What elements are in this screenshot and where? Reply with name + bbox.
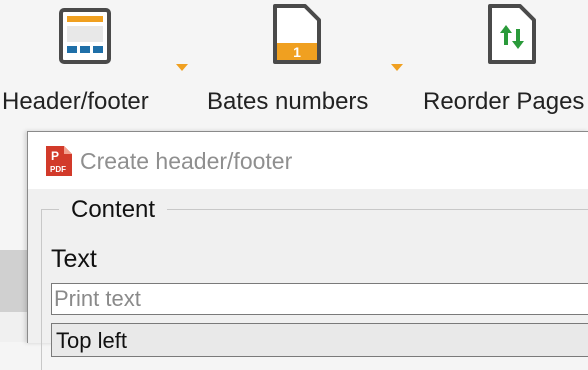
ribbon-header-footer-button[interactable]: Header/footer: [0, 0, 195, 128]
ribbon-toolbar: Header/footer 1 Bates numbers Reorder Pa…: [0, 0, 588, 128]
reorder-pages-icon: [487, 3, 537, 70]
background-strip: [0, 312, 30, 342]
ribbon-bates-numbers-label: Bates numbers: [207, 88, 369, 115]
content-group-label: Content: [59, 196, 168, 224]
svg-text:P: P: [51, 149, 59, 163]
dialog-titlebar[interactable]: PDF P Create header/footer: [28, 132, 588, 189]
position-select-value: Top left: [56, 328, 127, 353]
dialog-title: Create header/footer: [80, 148, 293, 174]
background-panel: [0, 250, 30, 312]
create-header-footer-dialog: PDF P Create header/footer Content Text …: [27, 131, 588, 370]
bates-icon-number: 1: [293, 44, 301, 60]
ribbon-header-footer-label: Header/footer: [2, 88, 149, 115]
bates-numbers-icon: 1: [272, 3, 322, 70]
text-field-label: Text: [51, 245, 97, 273]
ribbon-reorder-pages-button[interactable]: Reorder Pages: [420, 0, 588, 128]
header-footer-icon: [58, 7, 112, 70]
header-footer-dropdown-arrow-icon[interactable]: [176, 64, 188, 71]
ribbon-bates-numbers-button[interactable]: 1 Bates numbers: [200, 0, 415, 128]
bates-numbers-dropdown-arrow-icon[interactable]: [391, 64, 403, 71]
pdf-icon-label: PDF: [50, 165, 66, 174]
position-select[interactable]: Top left: [51, 323, 588, 357]
pdf-app-icon: PDF P: [45, 145, 73, 182]
ribbon-reorder-pages-label: Reorder Pages: [423, 88, 585, 115]
print-text-input[interactable]: [51, 283, 588, 315]
